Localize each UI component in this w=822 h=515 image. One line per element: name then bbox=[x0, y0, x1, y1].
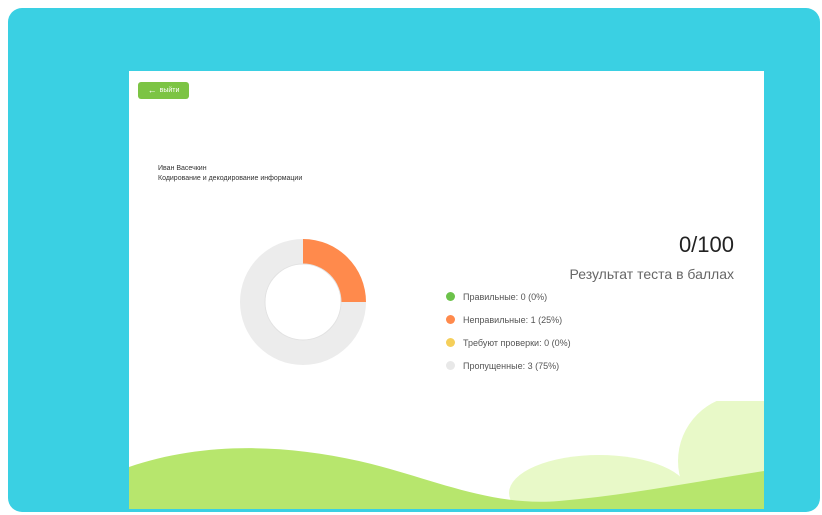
exit-button-label: выйти bbox=[159, 87, 180, 94]
test-result-screen: ← выйти Иван Васечкин Кодирование и деко… bbox=[129, 71, 764, 509]
test-topic: Кодирование и декодирование информации bbox=[158, 175, 303, 182]
result-donut-chart bbox=[240, 239, 366, 365]
arrow-left-icon: ← bbox=[147, 85, 157, 95]
user-name: Иван Васечкин bbox=[158, 165, 207, 172]
score-value: 0/100 bbox=[678, 232, 734, 257]
legend-label-skipped: Пропущенные: 3 (75%) bbox=[463, 360, 560, 371]
legend-dot-incorrect bbox=[446, 315, 455, 324]
legend-label-incorrect: Неправильные: 1 (25%) bbox=[463, 314, 563, 325]
legend-item-incorrect: Неправильные: 1 (25%) bbox=[446, 308, 571, 331]
legend-item-skipped: Пропущенные: 3 (75%) bbox=[446, 354, 571, 377]
exit-button[interactable]: ← выйти bbox=[138, 82, 189, 99]
user-info: Иван Васечкин Кодирование и декодировани… bbox=[158, 164, 302, 184]
legend-label-correct: Правильные: 0 (0%) bbox=[463, 291, 548, 302]
legend-dot-correct bbox=[446, 292, 455, 301]
donut-hole bbox=[264, 263, 342, 341]
result-legend: Правильные: 0 (0%) Неправильные: 1 (25%)… bbox=[446, 285, 571, 377]
legend-dot-pending-review bbox=[446, 338, 455, 347]
score-caption: Результат теста в баллах bbox=[569, 266, 734, 282]
legend-item-correct: Правильные: 0 (0%) bbox=[446, 285, 571, 308]
legend-item-pending-review: Требуют проверки: 0 (0%) bbox=[446, 331, 571, 354]
device-frame: ← выйти Иван Васечкин Кодирование и деко… bbox=[8, 8, 820, 512]
decorative-waves bbox=[129, 401, 764, 509]
legend-dot-skipped bbox=[446, 361, 455, 370]
legend-label-pending-review: Требуют проверки: 0 (0%) bbox=[463, 337, 571, 348]
